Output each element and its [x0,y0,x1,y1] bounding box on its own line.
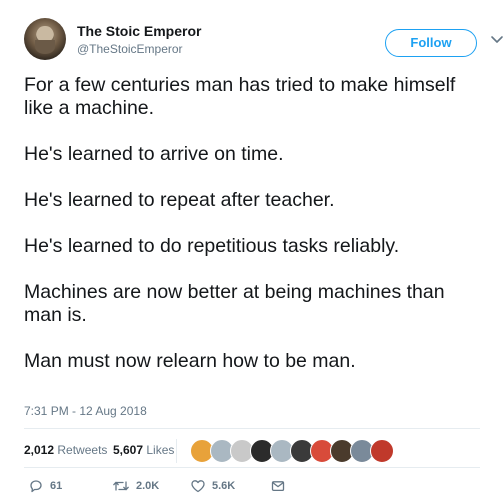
like-button[interactable]: 5.6K [190,478,235,494]
tweet-paragraph: For a few centuries man has tried to mak… [24,74,456,119]
tweet-paragraph: Machines are now better at being machine… [24,281,445,326]
tweet-actions: 61 2.0K 5.6K [24,474,484,498]
user-handle[interactable]: @TheStoicEmperor [77,41,201,57]
avatar-beard [35,40,55,54]
message-button[interactable] [270,478,286,494]
tweet-paragraph: He's learned to arrive on time. [24,143,284,165]
reply-button[interactable]: 61 [28,478,62,494]
avatar[interactable] [24,18,66,60]
likes-label: Likes [146,443,175,457]
likes-stat[interactable]: 5,607 Likes [113,443,174,457]
divider [24,467,480,468]
reply-count: 61 [50,480,63,492]
retweets-count: 2,012 [24,443,55,457]
tweet-paragraph: Man must now relearn how to be man. [24,350,356,372]
retweets-label: Retweets [57,443,108,457]
follow-button[interactable]: Follow [385,29,477,57]
retweet-icon [113,481,129,491]
display-name[interactable]: The Stoic Emperor [77,23,201,40]
like-count: 5.6K [212,480,236,492]
retweet-count: 2.0K [136,480,160,492]
tweet-text: For a few centuries man has tried to mak… [24,74,484,396]
tweet-paragraph: He's learned to repeat after teacher. [24,189,335,211]
divider [176,439,177,463]
tweet-paragraph: He's learned to do repetitious tasks rel… [24,235,400,257]
reply-icon [30,480,42,493]
tweet-stats: 2,012 Retweets 5,607 Likes [24,433,484,465]
heart-icon [191,480,205,493]
user-info[interactable]: The Stoic Emperor @TheStoicEmperor [77,23,201,57]
retweet-button[interactable]: 2.0K [112,478,159,494]
tweet-header: The Stoic Emperor @TheStoicEmperor Follo… [24,18,503,60]
likes-count: 5,607 [113,443,144,457]
envelope-icon [271,481,285,492]
retweets-stat[interactable]: 2,012 Retweets [24,443,107,457]
liker-avatar-10[interactable] [370,439,394,463]
chevron-down-icon[interactable] [490,32,504,46]
tweet-timestamp[interactable]: 7:31 PM - 12 Aug 2018 [24,404,147,418]
divider [24,428,480,429]
